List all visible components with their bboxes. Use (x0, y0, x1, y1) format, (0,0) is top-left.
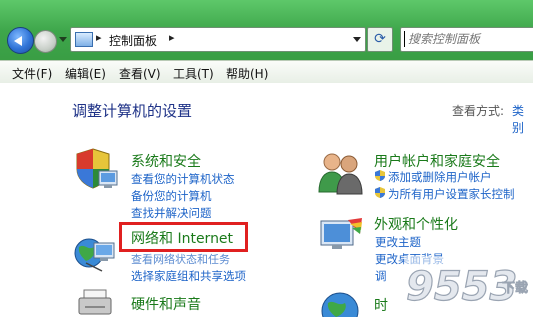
recent-pages-arrow-icon[interactable] (59, 37, 67, 42)
main-content: 调整计算机的设置 查看方式: 类别 系统和安全 查看您的计算机状态 备份您的计算… (0, 83, 533, 317)
forward-button[interactable] (34, 30, 57, 53)
link-check-computer-status[interactable]: 查看您的计算机状态 (131, 171, 235, 187)
uac-shield-icon (375, 187, 385, 198)
svg-text:9553: 9553 (406, 264, 517, 310)
search-input[interactable] (408, 31, 533, 47)
network-globe-icon (74, 238, 115, 272)
category-system-security[interactable]: 系统和安全 (131, 151, 201, 171)
svg-text:下载: 下载 (502, 280, 528, 296)
category-network-internet[interactable]: 网络和 Internet (131, 228, 233, 248)
text-cursor (404, 31, 405, 47)
address-dropdown-icon[interactable] (353, 37, 361, 42)
menu-help[interactable]: 帮助(H) (226, 65, 268, 82)
appearance-monitor-icon (320, 218, 362, 249)
hardware-printer-icon (78, 289, 112, 315)
menu-tools[interactable]: 工具(T) (173, 65, 214, 82)
link-add-remove-accounts[interactable]: 添加或删除用户帐户 (388, 169, 492, 185)
view-by-dropdown[interactable]: 类别 (512, 102, 533, 136)
link-network-status[interactable]: 查看网络状态和任务 (131, 251, 230, 267)
category-appearance[interactable]: 外观和个性化 (374, 214, 458, 234)
search-box[interactable] (400, 27, 533, 52)
page-title: 调整计算机的设置 (72, 102, 193, 120)
menu-bar: 文件(F) 编辑(E) 查看(V) 工具(T) 帮助(H) (0, 60, 533, 84)
site-watermark-logo: 9553 下载 (404, 256, 529, 312)
back-button[interactable] (7, 27, 34, 54)
link-find-fix-problems[interactable]: 查找并解决问题 (131, 205, 212, 221)
system-security-shield-icon (76, 148, 118, 189)
address-path[interactable]: 控制面板 (109, 32, 157, 49)
category-user-accounts[interactable]: 用户帐户和家庭安全 (374, 151, 500, 171)
category-clock-region[interactable]: 时 (374, 295, 388, 315)
link-backup-computer[interactable]: 备份您的计算机 (131, 188, 212, 204)
users-family-icon (318, 153, 363, 195)
menu-file[interactable]: 文件(F) (12, 65, 52, 82)
address-separator[interactable]: ▸ (169, 31, 175, 44)
link-parental-controls[interactable]: 为所有用户设置家长控制 (388, 186, 515, 202)
refresh-icon: ⟳ (374, 31, 386, 47)
menu-edit[interactable]: 编辑(E) (65, 65, 106, 82)
link-adjust[interactable]: 调 (375, 268, 387, 284)
view-by-label: 查看方式: (452, 104, 505, 118)
menu-view[interactable]: 查看(V) (119, 65, 161, 82)
control-panel-icon (75, 32, 93, 47)
refresh-button[interactable]: ⟳ (367, 27, 393, 52)
address-separator[interactable]: ▸ (96, 31, 102, 44)
link-homegroup-sharing[interactable]: 选择家庭组和共享选项 (131, 268, 246, 284)
clock-globe-icon (321, 292, 359, 317)
category-hardware-sound[interactable]: 硬件和声音 (131, 294, 201, 314)
address-bar[interactable]: ▸ 控制面板 ▸ (70, 27, 366, 52)
uac-shield-icon (375, 170, 385, 181)
